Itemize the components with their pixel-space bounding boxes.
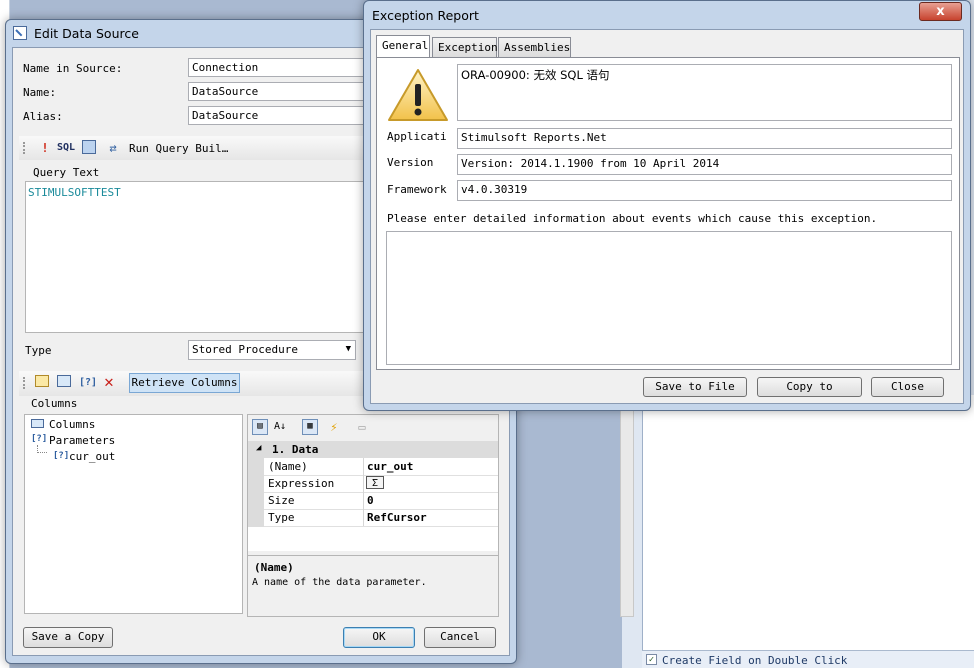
type-select[interactable]: Stored Procedure ▼ — [188, 340, 356, 360]
application-field[interactable]: Stimulsoft Reports.Net — [457, 128, 952, 149]
alias-label: Alias: — [23, 110, 63, 123]
property-separator — [363, 458, 364, 475]
sigma-expression-button[interactable]: Σ — [366, 476, 384, 489]
type-select-value: Stored Procedure — [192, 343, 298, 356]
property-category-label: 1. Data — [272, 443, 319, 456]
add-calculated-column-icon[interactable] — [57, 375, 71, 387]
property-category-row[interactable]: ◢ 1. Data — [248, 441, 498, 458]
parameters-icon: [?] — [31, 434, 48, 444]
alphabetical-sort-icon[interactable]: A↓ — [272, 419, 288, 435]
property-name: Type — [268, 511, 295, 524]
property-row-size[interactable]: Size 0 — [264, 492, 498, 510]
background-field-list — [642, 395, 974, 650]
parameter-icon: [?] — [53, 451, 70, 461]
name-label: Name: — [23, 86, 57, 99]
collapse-icon[interactable]: ◢ — [256, 443, 261, 453]
warning-icon — [388, 69, 448, 121]
version-field[interactable]: Version: 2014.1.1900 from 10 April 2014 — [457, 154, 952, 175]
ok-button[interactable]: OK — [343, 627, 415, 648]
save-a-copy-button[interactable]: Save a Copy — [23, 627, 113, 648]
property-value: RefCursor — [367, 511, 427, 524]
background-scrollbar[interactable] — [620, 395, 634, 617]
property-grid-margin — [248, 458, 264, 527]
property-pages-icon[interactable]: ▭ — [354, 419, 370, 435]
exception-message: ORA-00900: 无效 SQL 语句 — [461, 68, 610, 82]
window-close-button[interactable]: x — [919, 2, 962, 21]
property-value: 0 — [367, 494, 374, 507]
property-row-name[interactable]: (Name) cur_out — [264, 458, 498, 476]
columns-tree[interactable]: Columns [?] Parameters [?] cur_out — [24, 414, 243, 614]
close-icon: x — [936, 4, 945, 19]
sql-button[interactable]: SQL — [57, 142, 75, 153]
property-separator — [363, 475, 364, 492]
tree-item-columns[interactable]: Columns — [49, 418, 95, 431]
property-row-expression[interactable]: Expression Σ — [264, 475, 498, 493]
close-button[interactable]: Close — [871, 377, 944, 397]
general-tab-panel: ORA-00900: 无效 SQL 语句 Applicati Stimulsof… — [376, 57, 960, 370]
exception-report-window: Exception Report x General Exception Ass… — [363, 0, 971, 411]
query-text-label: Query Text — [33, 166, 100, 179]
properties-icon[interactable]: ▦ — [302, 419, 318, 435]
property-separator — [363, 509, 364, 526]
save-to-file-button[interactable]: Save to File — [643, 377, 747, 397]
tab-assemblies[interactable]: Assemblies — [498, 37, 571, 57]
background-status-bar: ✓ Create Field on Double Click — [642, 650, 974, 668]
categorized-icon[interactable]: ▤ — [252, 419, 268, 435]
property-name: Size — [268, 494, 295, 507]
tree-item-cur-out[interactable]: cur_out — [69, 450, 115, 463]
run-query-builder-button[interactable]: Run Query Buil… — [129, 142, 228, 155]
property-grid-toolbar: ▤ A↓ ▦ ⚡ ▭ — [248, 415, 498, 439]
type-label: Type — [25, 344, 52, 357]
help-text: A name of the data parameter. — [252, 577, 427, 588]
add-parameter-icon[interactable]: [?] — [79, 375, 97, 391]
tree-item-parameters[interactable]: Parameters — [49, 434, 115, 447]
version-label: Version — [387, 156, 434, 169]
cancel-button[interactable]: Cancel — [424, 627, 496, 648]
property-help-panel: (Name) A name of the data parameter. — [248, 555, 498, 616]
exception-dialog-title: Exception Report — [372, 8, 479, 23]
exception-message-box[interactable]: ORA-00900: 无效 SQL 语句 — [457, 64, 952, 121]
delete-icon[interactable]: ✕ — [101, 374, 117, 390]
query-text-content: STIMULSOFTTEST — [28, 186, 121, 199]
details-textarea[interactable] — [386, 231, 952, 365]
application-label: Applicati — [387, 130, 447, 143]
datasource-icon — [13, 26, 27, 40]
edit-dialog-title: Edit Data Source — [34, 26, 139, 41]
details-prompt: Please enter detailed information about … — [387, 212, 878, 225]
columns-group-label: Columns — [31, 397, 78, 410]
framework-field[interactable]: v4.0.30319 — [457, 180, 952, 201]
events-icon[interactable]: ⚡ — [326, 419, 342, 435]
tab-general[interactable]: General — [376, 35, 430, 58]
create-field-double-click-label: Create Field on Double Click — [662, 654, 848, 667]
toolbar-grip — [23, 377, 25, 389]
columns-icon — [31, 419, 44, 428]
help-title: (Name) — [254, 561, 294, 574]
toolbar-grip — [23, 142, 25, 154]
checkbox-icon[interactable]: ✓ — [646, 654, 657, 665]
exception-dialog-client: General Exception Assemblies ORA-00900: … — [370, 29, 964, 404]
copy-to-button[interactable]: Copy to — [757, 377, 862, 397]
chevron-down-icon: ▼ — [345, 344, 351, 354]
name-in-source-label: Name in Source: — [23, 62, 123, 75]
property-row-type[interactable]: Type RefCursor — [264, 509, 498, 527]
add-column-icon[interactable] — [35, 375, 49, 387]
property-value: cur_out — [367, 460, 414, 473]
query-grid-icon[interactable] — [82, 140, 96, 154]
tree-connector — [37, 445, 47, 453]
tab-strip: General Exception Assemblies — [376, 35, 576, 59]
property-grid-body: ◢ 1. Data (Name) cur_out Expression Σ Si… — [248, 441, 498, 551]
tab-exception[interactable]: Exception — [432, 37, 498, 57]
property-name: Expression — [268, 477, 335, 490]
framework-label: Framework — [387, 183, 447, 196]
property-separator — [363, 492, 364, 509]
retrieve-columns-button[interactable]: Retrieve Columns — [129, 373, 240, 393]
property-grid: ▤ A↓ ▦ ⚡ ▭ ◢ 1. Data (Name) cur_out Expr… — [247, 414, 499, 617]
exclamation-icon[interactable]: ! — [37, 140, 53, 156]
query-builder-icon[interactable]: ⇄ — [105, 140, 121, 156]
property-name: (Name) — [268, 460, 308, 473]
